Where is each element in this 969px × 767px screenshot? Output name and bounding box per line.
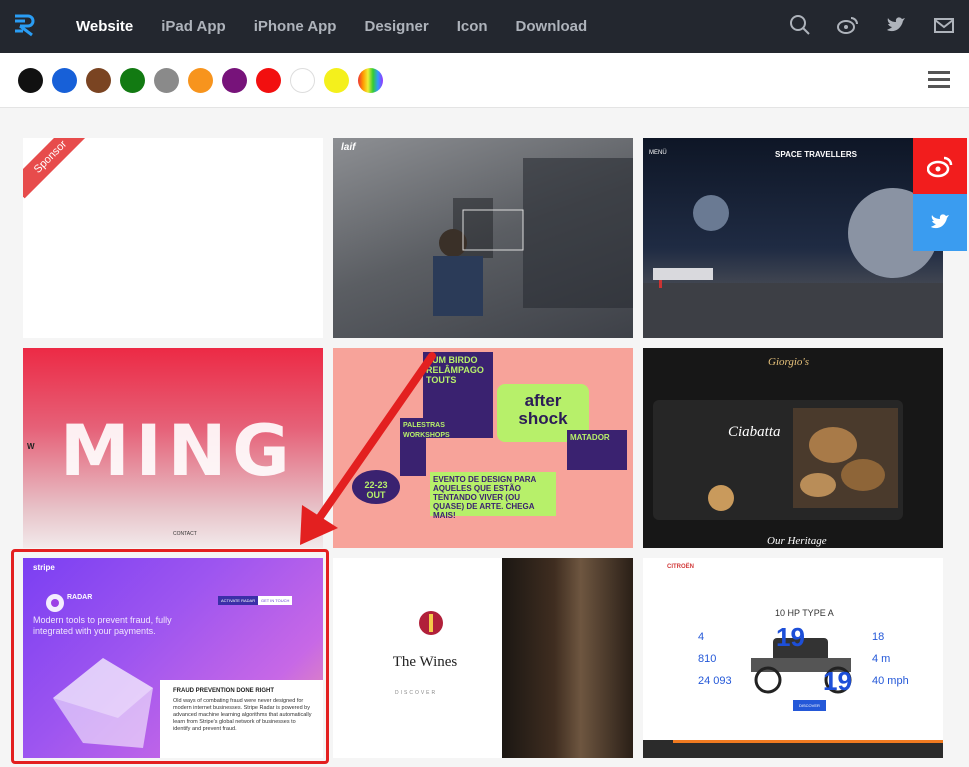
swatch-rainbow[interactable]	[358, 68, 383, 93]
product-name: Ciabatta	[728, 424, 781, 440]
wine-emblem-icon	[419, 611, 443, 635]
highlight-box	[11, 549, 329, 764]
event-description: EVENTO DE DESIGN PARA AQUELES QUE ESTÃO …	[430, 472, 556, 520]
photo-illustration	[433, 158, 633, 316]
twitter-icon	[931, 214, 949, 229]
color-filter-bar	[0, 53, 969, 108]
nav-iphone-app[interactable]: iPhone App	[240, 0, 351, 53]
swatch-gray[interactable]	[154, 68, 179, 93]
tile-letter: W	[27, 442, 35, 451]
site-logo[interactable]	[12, 12, 38, 38]
gallery-tile-laif[interactable]: laif	[333, 138, 633, 338]
ming-wordmark: MING	[60, 410, 296, 492]
mail-icon[interactable]	[933, 12, 955, 38]
vintage-car-illustration	[643, 638, 943, 758]
stat-1: 4	[698, 631, 705, 643]
contact-link: CONTACT	[173, 531, 197, 537]
top-navigation-bar: Website iPad App iPhone App Designer Ico…	[0, 0, 969, 53]
share-weibo-button[interactable]	[913, 138, 967, 194]
stat-3: 24 093	[698, 675, 732, 687]
swatch-brown[interactable]	[86, 68, 111, 93]
swatch-blue[interactable]	[52, 68, 77, 93]
venue-box: MATADOR	[567, 430, 627, 470]
weibo-icon	[927, 156, 953, 178]
space-illustration	[643, 188, 943, 338]
event-dates: 22-23 OUT	[352, 470, 400, 504]
swatch-orange[interactable]	[188, 68, 213, 93]
color-swatches	[18, 68, 383, 93]
swatch-red[interactable]	[256, 68, 281, 93]
shock-text: shock	[518, 409, 568, 428]
bread-illustration	[708, 408, 898, 511]
nav-icon[interactable]: Icon	[443, 0, 502, 53]
stat-6: 40 mph	[872, 675, 909, 687]
hamburger-menu-icon[interactable]	[928, 71, 950, 88]
discover-link: DISCOVER	[395, 690, 438, 696]
discover-button[interactable]: DISCOVER	[793, 700, 826, 711]
space-travellers-title: SPACE TRAVELLERS	[775, 150, 857, 159]
giorgios-logo: Giorgio's	[768, 356, 810, 368]
after-text: after	[524, 391, 562, 410]
swatch-yellow[interactable]	[324, 68, 349, 93]
side-label: PALESTRAS WORKSHOPS	[400, 418, 450, 476]
big-number-top: 19	[776, 622, 805, 652]
weibo-icon[interactable]	[837, 12, 859, 38]
wine-barrels-photo	[502, 558, 633, 758]
stat-4: 18	[872, 631, 885, 643]
nav-icon-group	[789, 12, 955, 38]
wines-title: The Wines	[392, 654, 458, 670]
nav-ipad-app[interactable]: iPad App	[147, 0, 239, 53]
gallery-tile-citroen[interactable]: CITROËN 10 HP TYPE A DISCOVER	[643, 558, 943, 758]
twitter-icon[interactable]	[885, 12, 907, 38]
stat-5: 4 m	[872, 653, 891, 665]
stat-2: 810	[698, 653, 717, 665]
swatch-white[interactable]	[290, 68, 315, 93]
gallery-tile-sponsor[interactable]: Sponsor	[23, 138, 323, 338]
product-panel	[653, 400, 903, 520]
nav-download[interactable]: Download	[502, 0, 602, 53]
nav-links: Website iPad App iPhone App Designer Ico…	[62, 0, 601, 53]
swatch-black[interactable]	[18, 68, 43, 93]
nav-website[interactable]: Website	[62, 0, 147, 53]
search-icon[interactable]	[789, 12, 811, 38]
swatch-purple[interactable]	[222, 68, 247, 93]
share-twitter-button[interactable]	[913, 194, 967, 251]
gallery-tile-space-travellers[interactable]: MENÜ	[643, 138, 943, 338]
heritage-heading: Our Heritage	[767, 535, 827, 547]
sponsor-ribbon: Sponsor	[23, 138, 92, 199]
big-number-bottom: 19	[823, 666, 852, 696]
swatch-green[interactable]	[120, 68, 145, 93]
nav-designer[interactable]: Designer	[350, 0, 442, 53]
